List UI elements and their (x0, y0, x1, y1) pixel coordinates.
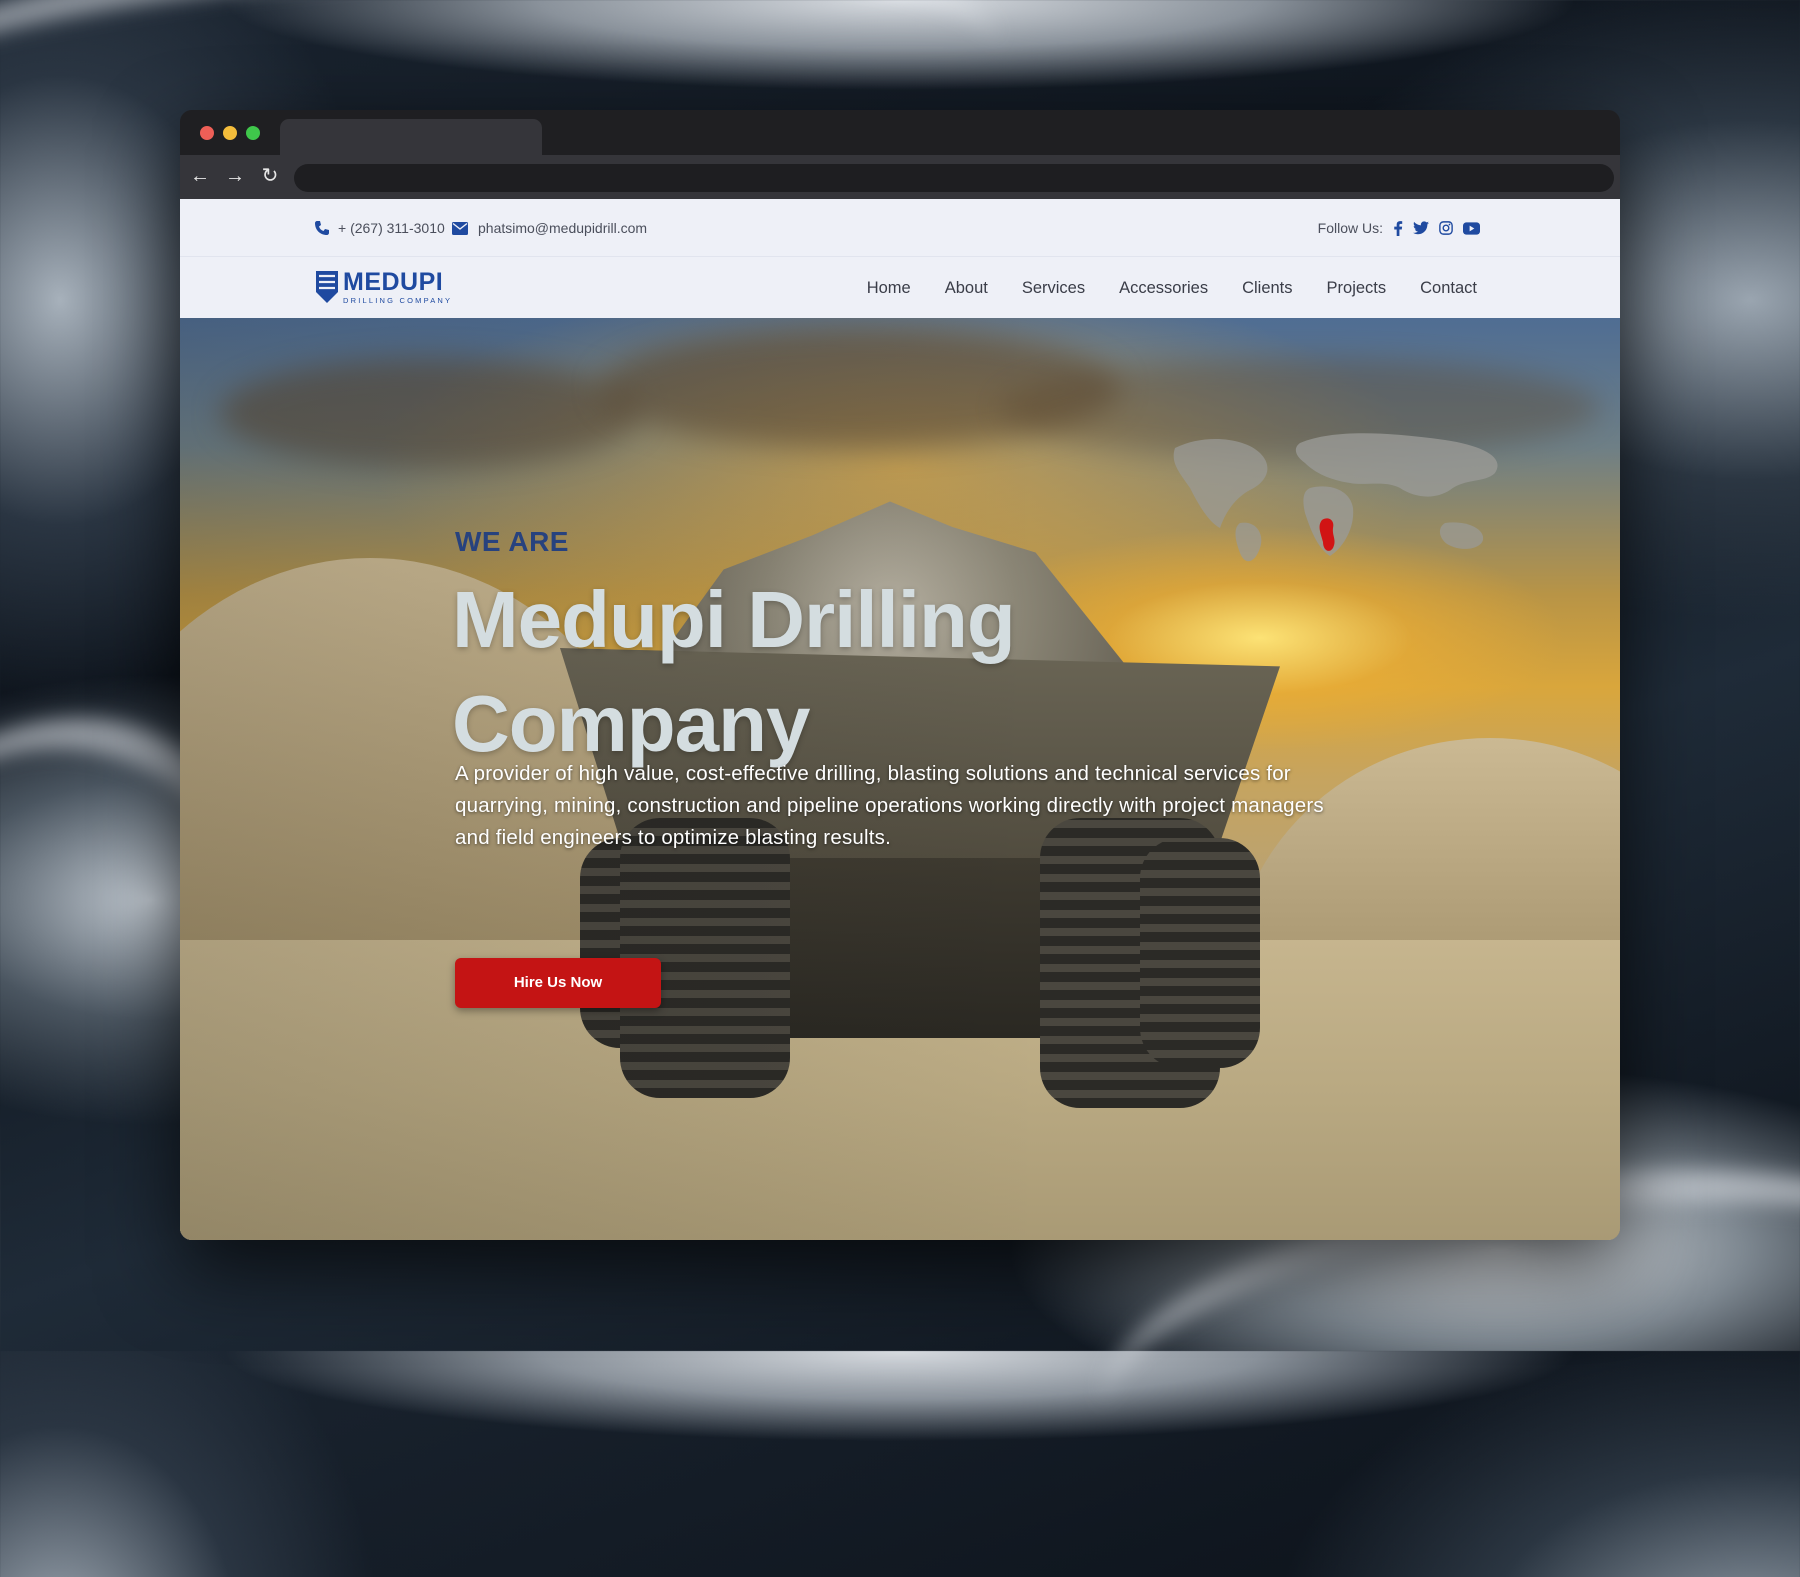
hero-section: WE ARE Medupi Drilling Company A provide… (180, 318, 1620, 1240)
social-links: Follow Us: (1318, 220, 1480, 236)
web-page: + (267) 311-3010 phatsimo@medupidrill.co… (180, 199, 1620, 1240)
youtube-icon[interactable] (1463, 221, 1480, 235)
contact-bar: + (267) 311-3010 phatsimo@medupidrill.co… (180, 199, 1620, 256)
hero-title-line: Medupi Drilling (452, 575, 1016, 664)
instagram-icon[interactable] (1439, 221, 1453, 235)
reload-icon[interactable]: ↻ (257, 163, 283, 189)
logo-shield-icon (316, 271, 338, 304)
nav-item-services[interactable]: Services (1022, 279, 1085, 298)
browser-tab-bar (180, 110, 1620, 155)
maximize-window-dot[interactable] (246, 126, 260, 140)
hero-title: Medupi Drilling Company (452, 568, 1016, 776)
logo-tagline: DRILLING COMPANY (343, 296, 453, 305)
email-contact[interactable]: phatsimo@medupidrill.com (452, 220, 647, 236)
phone-icon (315, 221, 329, 235)
nav-item-projects[interactable]: Projects (1327, 279, 1387, 298)
nav-item-accessories[interactable]: Accessories (1119, 279, 1208, 298)
envelope-icon (452, 221, 468, 235)
main-navigation: MEDUPI DRILLING COMPANY Home About Servi… (180, 256, 1620, 319)
minimize-window-dot[interactable] (223, 126, 237, 140)
close-window-dot[interactable] (200, 126, 214, 140)
email-address[interactable]: phatsimo@medupidrill.com (478, 220, 647, 236)
follow-us-label: Follow Us: (1317, 220, 1383, 236)
nav-item-clients[interactable]: Clients (1242, 279, 1292, 298)
back-arrow-icon[interactable]: ← (187, 163, 213, 189)
nav-item-about[interactable]: About (945, 279, 988, 298)
facebook-icon[interactable] (1393, 220, 1403, 236)
logo-wordmark: MEDUPI (343, 268, 444, 296)
hero-description: A provider of high value, cost-effective… (455, 762, 1324, 849)
nav-item-contact[interactable]: Contact (1420, 279, 1477, 298)
nav-item-home[interactable]: Home (867, 279, 911, 298)
browser-window: ← → ↻ + (267) 311-3010 phatsimo@medupidr… (180, 110, 1620, 1240)
hire-us-button[interactable]: Hire Us Now (455, 958, 661, 1008)
phone-number[interactable]: + (267) 311-3010 (338, 220, 445, 236)
address-bar[interactable] (294, 164, 1614, 192)
phone-contact[interactable]: + (267) 311-3010 (314, 220, 445, 236)
company-logo[interactable]: MEDUPI DRILLING COMPANY (315, 270, 452, 305)
nav-menu: Home About Services Accessories Clients … (867, 279, 1477, 298)
twitter-icon[interactable] (1413, 221, 1429, 235)
forward-arrow-icon[interactable]: → (222, 163, 248, 189)
browser-toolbar: ← → ↻ (180, 155, 1620, 199)
browser-tab[interactable] (280, 119, 542, 155)
hero-eyebrow: WE ARE (455, 526, 569, 557)
